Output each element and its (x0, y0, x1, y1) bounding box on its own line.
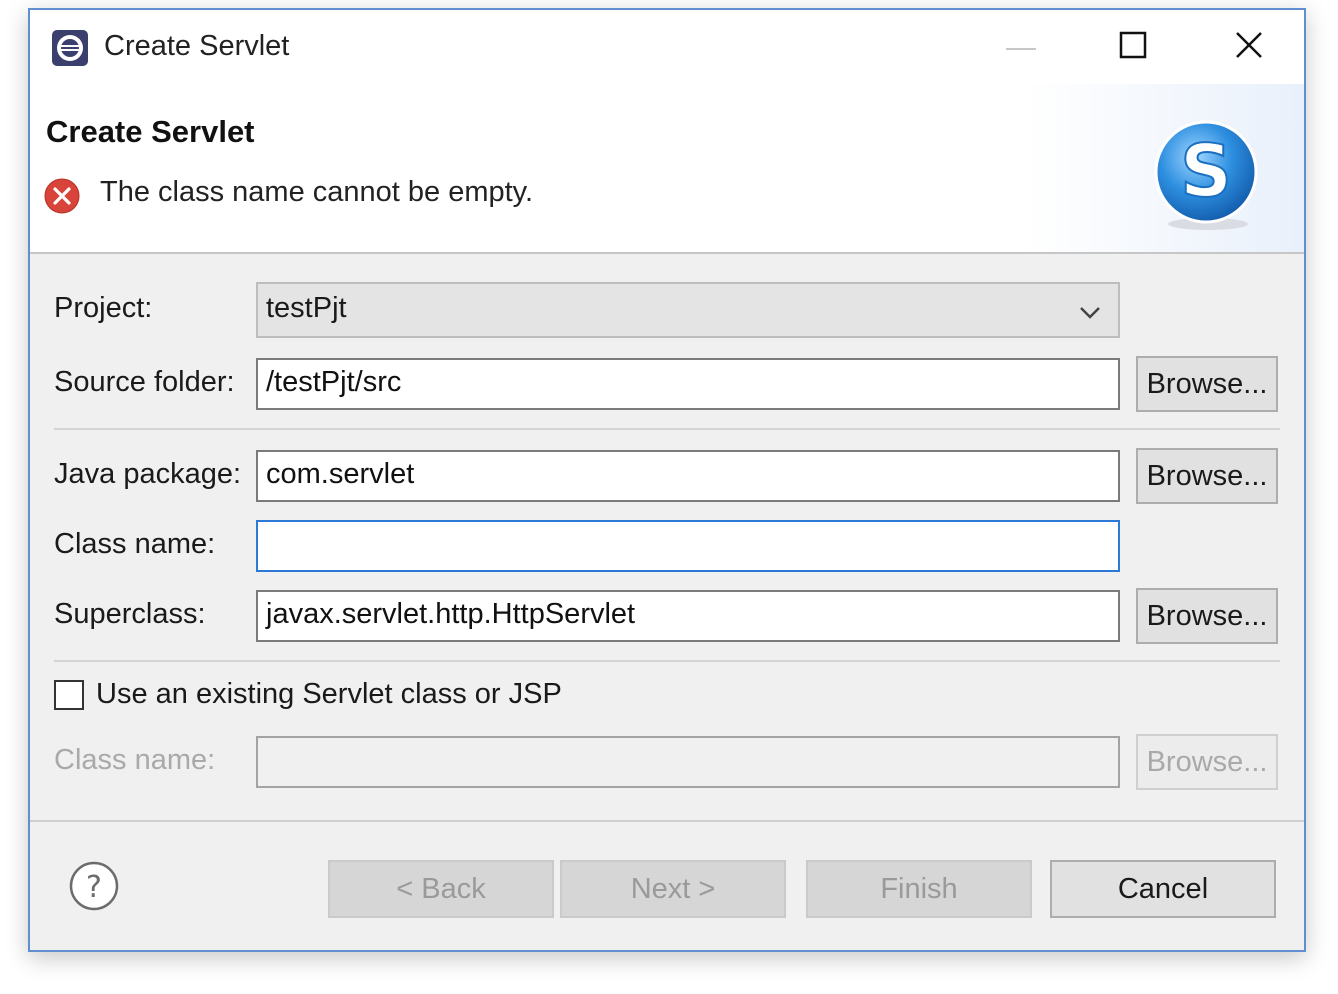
source-folder-browse-button[interactable]: Browse... (1136, 356, 1278, 412)
maximize-icon (1119, 31, 1147, 64)
project-combobox[interactable]: testPjt (256, 282, 1120, 338)
maximize-button[interactable] (1098, 18, 1168, 76)
superclass-browse-button[interactable]: Browse... (1136, 588, 1278, 644)
source-folder-field[interactable]: /testPjt/src (256, 358, 1120, 410)
next-button: Next > (560, 860, 786, 918)
separator (54, 428, 1280, 430)
existing-class-browse-button: Browse... (1136, 734, 1278, 790)
java-package-label: Java package: (54, 458, 242, 490)
back-button: < Back (328, 860, 554, 918)
class-name-label: Class name: (54, 528, 216, 560)
minimize-button[interactable] (986, 18, 1056, 76)
error-icon (44, 178, 80, 214)
class-name-field[interactable] (256, 520, 1120, 572)
existing-class-name-field (256, 736, 1120, 788)
title-bar[interactable]: Create Servlet (30, 10, 1304, 84)
superclass-label: Superclass: (54, 598, 206, 630)
error-message: The class name cannot be empty. (100, 176, 534, 208)
window-title: Create Servlet (104, 30, 290, 62)
finish-button: Finish (806, 860, 1032, 918)
source-folder-label: Source folder: (54, 366, 235, 398)
separator (54, 660, 1280, 662)
header-title: Create Servlet (46, 114, 255, 149)
project-label: Project: (54, 292, 153, 324)
java-package-browse-button[interactable]: Browse... (1136, 448, 1278, 504)
java-package-field[interactable]: com.servlet (256, 450, 1120, 502)
help-icon[interactable]: ? (68, 860, 120, 912)
use-existing-checkbox[interactable] (54, 680, 84, 710)
dialog-header: Create Servlet The class name cannot be … (30, 84, 1304, 254)
servlet-s-logo-icon: S (1150, 120, 1262, 232)
use-existing-label[interactable]: Use an existing Servlet class or JSP (96, 678, 562, 711)
close-button[interactable] (1214, 18, 1284, 76)
chevron-down-icon (1076, 298, 1104, 326)
footer-separator (30, 820, 1304, 822)
minimize-icon (1006, 38, 1036, 56)
project-value: testPjt (266, 292, 347, 324)
svg-text:?: ? (86, 870, 102, 905)
cancel-button[interactable]: Cancel (1050, 860, 1276, 918)
svg-text:S: S (1180, 129, 1232, 213)
existing-class-name-label: Class name: (54, 744, 216, 776)
eclipse-app-icon (50, 28, 90, 68)
create-servlet-dialog: Create Servlet Create Servlet The class … (28, 8, 1306, 952)
superclass-field[interactable]: javax.servlet.http.HttpServlet (256, 590, 1120, 642)
close-icon (1234, 30, 1264, 65)
